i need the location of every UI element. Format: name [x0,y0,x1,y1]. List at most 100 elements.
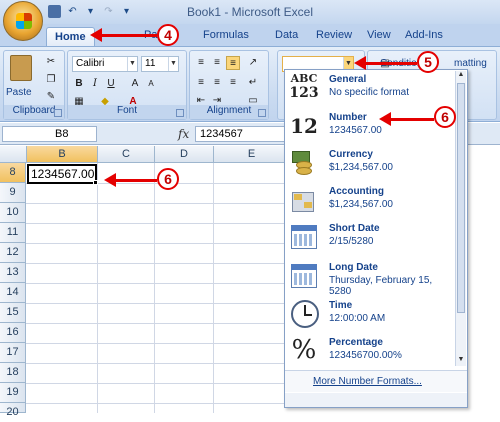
format-sample: 123456700.00% [329,350,402,361]
format-item-time[interactable]: Time 12:00:00 AM [285,296,457,333]
format-sample: $1,234,567.00 [329,162,393,173]
format-sample: $1,234,567.00 [329,199,393,210]
title-bar: ↶ ▾ ↷ ▾ Book1 - Microsoft Excel [0,0,500,41]
formula-input[interactable]: 1234567 [195,126,285,142]
gridline [26,343,290,344]
gridline [26,303,290,304]
tab-review[interactable]: Review [316,29,352,41]
gridline [97,163,98,413]
row-header-19[interactable]: 19 [0,383,26,403]
ribbon-tabs: Home Pag Formulas Data Review View Add-I… [0,24,500,46]
copy-icon[interactable]: ❐ [44,73,58,87]
column-header-b[interactable]: B [27,146,98,163]
paste-button[interactable]: Paste [6,87,32,98]
format-painter-icon[interactable]: ✎ [44,90,58,104]
row-header-12[interactable]: 12 [0,243,26,263]
select-all-corner[interactable] [0,146,27,163]
chevron-down-icon[interactable]: ▼ [127,57,137,71]
general-format-icon: ABC 123 [288,72,320,104]
callout-badge-6-cell: 6 [157,168,179,190]
format-sample: 2/15/5280 [329,236,374,247]
row-header-15[interactable]: 15 [0,303,26,323]
row-header-20[interactable]: 20 [0,403,26,418]
align-middle-icon[interactable]: ≡ [210,56,224,70]
format-item-number[interactable]: 12 Number 1234567.00 [285,108,457,145]
worksheet-grid[interactable]: B C D E 8 9 10 11 12 13 14 15 16 17 18 1… [0,146,290,418]
font-size-combo[interactable]: 11 ▼ [141,56,179,72]
alignment-launcher-icon[interactable] [258,109,266,117]
underline-button[interactable]: U [104,77,118,91]
align-left-icon[interactable]: ≡ [194,76,208,90]
format-sample: 12:00:00 AM [329,313,386,324]
number-format-icon: 12 [288,110,320,142]
callout-badge-5: 5 [417,51,439,73]
wrap-text-icon[interactable]: ↵ [246,76,260,90]
column-header-e[interactable]: E [214,146,290,163]
tab-formulas[interactable]: Formulas [203,29,249,41]
percent-glyph: % [291,335,317,365]
row-header-13[interactable]: 13 [0,263,26,283]
orientation-icon[interactable]: ↗ [246,56,260,70]
align-center-icon[interactable]: ≡ [210,76,224,90]
align-top-icon[interactable]: ≡ [194,56,208,70]
cut-icon[interactable]: ✂ [44,55,58,69]
gridline [26,203,290,204]
format-item-short-date[interactable]: Short Date 2/15/5280 [285,219,457,256]
format-title: Short Date [329,223,380,234]
font-name-combo[interactable]: Calibri ▼ [72,56,138,72]
active-cell-b8[interactable]: 1234567.00 [27,164,97,184]
column-header-c[interactable]: C [98,146,155,163]
dropdown-resize-grip[interactable] [285,393,467,407]
format-item-currency[interactable]: Currency $1,234,567.00 [285,145,457,182]
font-group-label: Font [68,105,186,119]
format-item-general[interactable]: ABC 123 General No specific format [285,70,457,107]
row-header-14[interactable]: 14 [0,283,26,303]
clipboard-launcher-icon[interactable] [54,109,62,117]
align-right-icon[interactable]: ≡ [226,76,240,90]
format-item-long-date[interactable]: Long Date Thursday, February 15, 5280 [285,258,457,297]
tab-view[interactable]: View [367,29,391,41]
row-header-17[interactable]: 17 [0,343,26,363]
calendar-icon [288,260,320,292]
chevron-down-icon[interactable]: ▼ [168,57,178,71]
callout-arrow-line [390,118,434,121]
dropdown-scrollbar[interactable]: ▲ ▼ [455,71,466,366]
column-header-d[interactable]: D [155,146,214,163]
italic-button[interactable]: I [88,77,102,91]
align-bottom-icon[interactable]: ≡ [226,56,240,70]
office-logo-icon [16,13,32,29]
accounting-format-icon [288,184,320,216]
scroll-down-icon[interactable]: ▼ [456,356,466,366]
font-name-value: Calibri [76,58,105,69]
format-title: Time [329,300,353,311]
more-number-formats-link[interactable]: More Number Formats... [285,370,467,392]
office-button[interactable] [3,1,43,41]
font-shrink-icon[interactable]: A [144,77,158,91]
row-header-16[interactable]: 16 [0,323,26,343]
gridline [213,163,214,413]
format-item-accounting[interactable]: Accounting $1,234,567.00 [285,182,457,219]
tab-data[interactable]: Data [275,29,298,41]
scroll-up-icon[interactable]: ▲ [456,71,466,81]
fill-handle[interactable] [93,180,98,185]
row-header-9[interactable]: 9 [0,183,26,203]
scrollbar-thumb[interactable] [457,83,465,313]
tab-add-ins[interactable]: Add-Ins [405,29,443,41]
format-title: General [329,74,367,85]
font-launcher-icon[interactable] [176,109,184,117]
paste-icon[interactable] [10,55,32,81]
row-header-18[interactable]: 18 [0,363,26,383]
row-header-8[interactable]: 8 [0,163,26,183]
font-grow-icon[interactable]: A [128,77,142,91]
tab-home[interactable]: Home [46,27,95,46]
row-header-10[interactable]: 10 [0,203,26,223]
format-item-percentage[interactable]: % Percentage 123456700.00% [285,333,457,370]
currency-format-icon [288,147,320,179]
row-header-11[interactable]: 11 [0,223,26,243]
gridline [26,243,290,244]
name-box[interactable]: B8 [2,126,97,142]
bold-button[interactable]: B [72,77,86,91]
format-sample: Thursday, February 15, 5280 [329,275,433,297]
insert-function-icon[interactable]: fx [178,127,189,141]
general-icon-123: 123 [289,85,319,101]
